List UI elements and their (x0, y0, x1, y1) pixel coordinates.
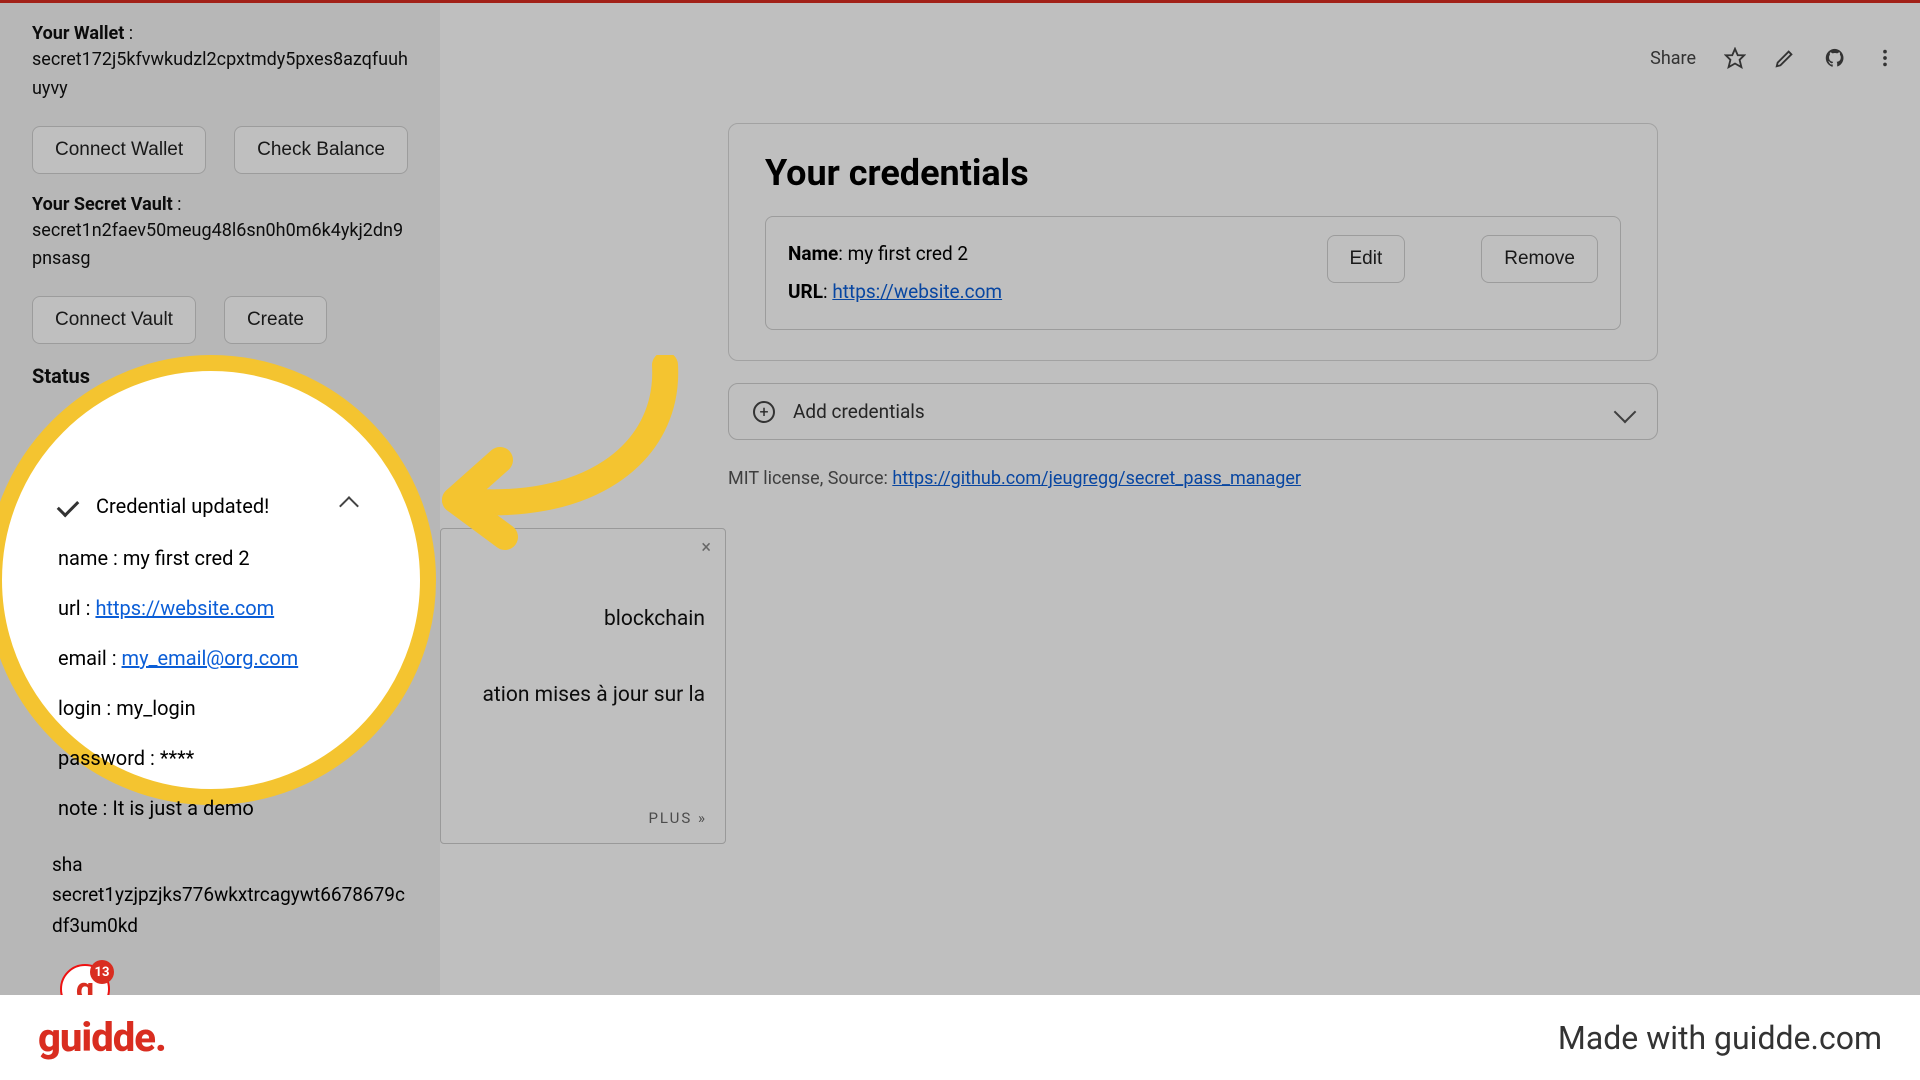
remove-button[interactable]: Remove (1481, 235, 1598, 283)
edit-button[interactable]: Edit (1327, 235, 1406, 283)
credentials-card: Your credentials Name: my first cred 2 U… (728, 123, 1658, 361)
add-credentials-bar[interactable]: + Add credentials (728, 383, 1658, 440)
popup-line2: ation mises à jour sur la (445, 681, 705, 710)
wallet-label: Your Wallet (32, 23, 124, 44)
license-line: MIT license, Source: https://github.com/… (728, 468, 1658, 489)
add-credentials-label: Add credentials (793, 400, 925, 423)
spot-note-key: note : (58, 796, 107, 820)
brand-logo: guidde (38, 1014, 166, 1061)
check-balance-button[interactable]: Check Balance (234, 126, 408, 174)
spot-email-key: email : (58, 646, 117, 670)
spot-password-key: password : (58, 746, 155, 770)
toolbar: Share (1650, 47, 1896, 69)
spot-url-val[interactable]: https://website.com (95, 596, 274, 620)
cred-name-val: my first cred 2 (848, 242, 968, 265)
main-panel: Share Your credentials Name: my first cr… (440, 3, 1920, 1003)
shared-label: sha (52, 853, 83, 876)
spotlight-header: Credential updated! (96, 491, 269, 521)
chevron-up-icon[interactable] (339, 496, 359, 516)
plus-circle-icon: + (753, 401, 775, 423)
cred-url-link[interactable]: https://website.com (832, 280, 1002, 303)
cred-url-key: URL (788, 280, 823, 303)
close-icon[interactable]: × (701, 537, 711, 558)
spot-login-val: my_login (116, 696, 195, 720)
github-icon[interactable] (1824, 47, 1846, 69)
vault-label: Your Secret Vault (32, 194, 173, 215)
connect-vault-button[interactable]: Connect Vault (32, 296, 196, 344)
notification-badge: 13 (90, 960, 114, 984)
spot-name-key: name : (58, 546, 118, 570)
spot-email-val[interactable]: my_email@org.com (122, 646, 299, 670)
check-icon (57, 495, 80, 518)
footer: guidde Made with guidde.com (0, 995, 1920, 1080)
edit-icon[interactable] (1774, 47, 1796, 69)
shared-address: secret1yzjpzjks776wkxtrcagywt6678679cdf3… (52, 883, 405, 936)
spot-url-key: url : (58, 596, 90, 620)
popup-line1: blockchain (604, 607, 705, 631)
vault-address: secret1n2faev50meug48l6sn0h0m6k4ykj2dn9p… (32, 217, 408, 275)
popup-more[interactable]: PLUS » (648, 809, 707, 827)
page-title: Your credentials (765, 152, 1621, 194)
share-link[interactable]: Share (1650, 48, 1696, 69)
credential-row: Name: my first cred 2 URL: https://websi… (765, 216, 1621, 330)
create-button[interactable]: Create (224, 296, 327, 344)
kebab-icon[interactable] (1874, 47, 1896, 69)
chevron-down-icon (1614, 400, 1637, 423)
license-prefix: MIT license, Source: (728, 468, 892, 489)
spot-note-val: It is just a demo (112, 796, 253, 820)
cred-name-key: Name (788, 242, 838, 265)
spot-password-val: **** (160, 746, 194, 770)
shared-address-block: sha secret1yzjpzjks776wkxtrcagywt6678679… (52, 850, 412, 941)
spotlight-panel: Credential updated! name : my first cred… (0, 355, 436, 805)
wallet-address: secret172j5kfvwkudzl2cpxtmdy5pxes8azqfuu… (32, 46, 408, 104)
footer-made: Made with guidde.com (1558, 1019, 1882, 1057)
license-link[interactable]: https://github.com/jeugregg/secret_pass_… (892, 468, 1301, 489)
connect-wallet-button[interactable]: Connect Wallet (32, 126, 206, 174)
spot-name-val: my first cred 2 (123, 546, 250, 570)
spot-login-key: login : (58, 696, 111, 720)
secondary-popup: × blockchain ation mises à jour sur la P… (440, 528, 726, 844)
star-icon[interactable] (1724, 47, 1746, 69)
